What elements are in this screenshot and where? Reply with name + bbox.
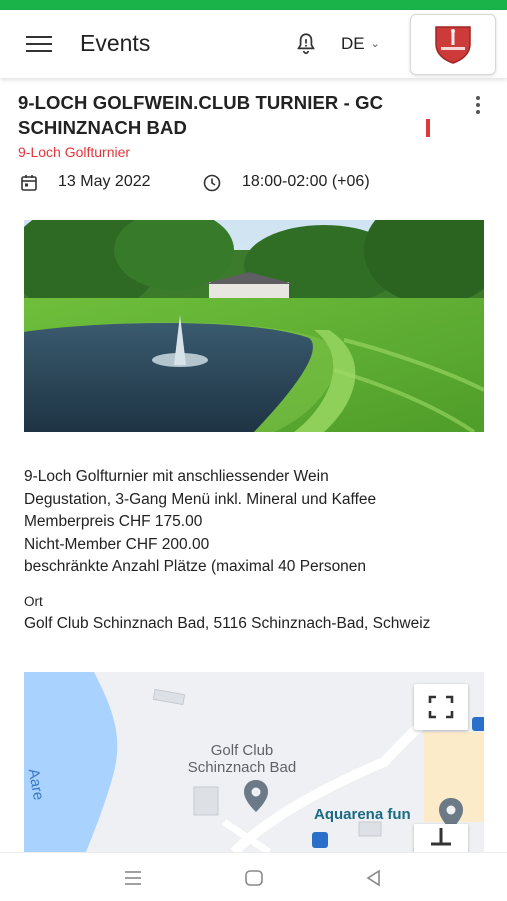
chevron-down-icon: ⌄ — [370, 38, 380, 50]
event-date: 13 May 2022 — [58, 173, 151, 190]
language-value: DE — [341, 34, 365, 53]
more-options-icon[interactable] — [474, 96, 482, 116]
app-bar: Events DE ⌄ — [0, 10, 507, 78]
fullscreen-button[interactable] — [414, 684, 468, 730]
map-place-label: Golf Club Schinznach Bad — [187, 742, 297, 776]
page-title: Events — [80, 30, 151, 56]
event-title: 9-LOCH GOLFWEIN.CLUB TURNIER - GC SCHINZ… — [18, 92, 384, 138]
description-line: Memberpreis CHF 175.00 — [24, 513, 203, 531]
plus-icon — [431, 828, 451, 846]
description-line: Degustation, 3-Gang Menü inkl. Mineral u… — [24, 490, 377, 508]
location-label: Ort — [24, 594, 43, 609]
event-photo — [24, 220, 484, 432]
event-time: 18:00-02:00 (+06) — [242, 173, 370, 190]
language-select[interactable]: DE ⌄ — [341, 34, 380, 54]
event-description: 9-Loch Golfturnier mit anschliessender W… — [24, 466, 494, 579]
back-icon[interactable] — [364, 868, 384, 888]
zoom-in-button[interactable] — [414, 824, 468, 852]
description-line: 9-Loch Golfturnier mit anschliessender W… — [24, 468, 329, 485]
location-map[interactable]: Golf Club Schinznach Bad Aquarena fun Aa… — [24, 672, 484, 852]
description-line: beschränkte Anzahl Plätze (maximal 40 Pe… — [24, 558, 367, 576]
accent-marker — [426, 119, 430, 137]
map-poi-label: Aquarena fun — [314, 806, 411, 823]
club-logo[interactable] — [410, 14, 496, 75]
fullscreen-icon — [428, 695, 454, 719]
clock-icon — [203, 174, 221, 192]
bell-icon[interactable] — [293, 31, 319, 57]
system-nav-bar — [0, 852, 507, 901]
menu-icon[interactable] — [26, 36, 52, 54]
home-icon[interactable] — [244, 869, 264, 887]
recents-icon[interactable] — [122, 869, 144, 887]
calendar-icon — [21, 175, 37, 191]
shield-logo-icon — [435, 26, 471, 64]
location-address: Golf Club Schinznach Bad, 5116 Schinznac… — [24, 615, 431, 632]
status-bar — [0, 0, 507, 10]
description-line: Nicht-Member CHF 200.00 — [24, 535, 210, 553]
event-category: 9-Loch Golfturnier — [18, 144, 131, 160]
